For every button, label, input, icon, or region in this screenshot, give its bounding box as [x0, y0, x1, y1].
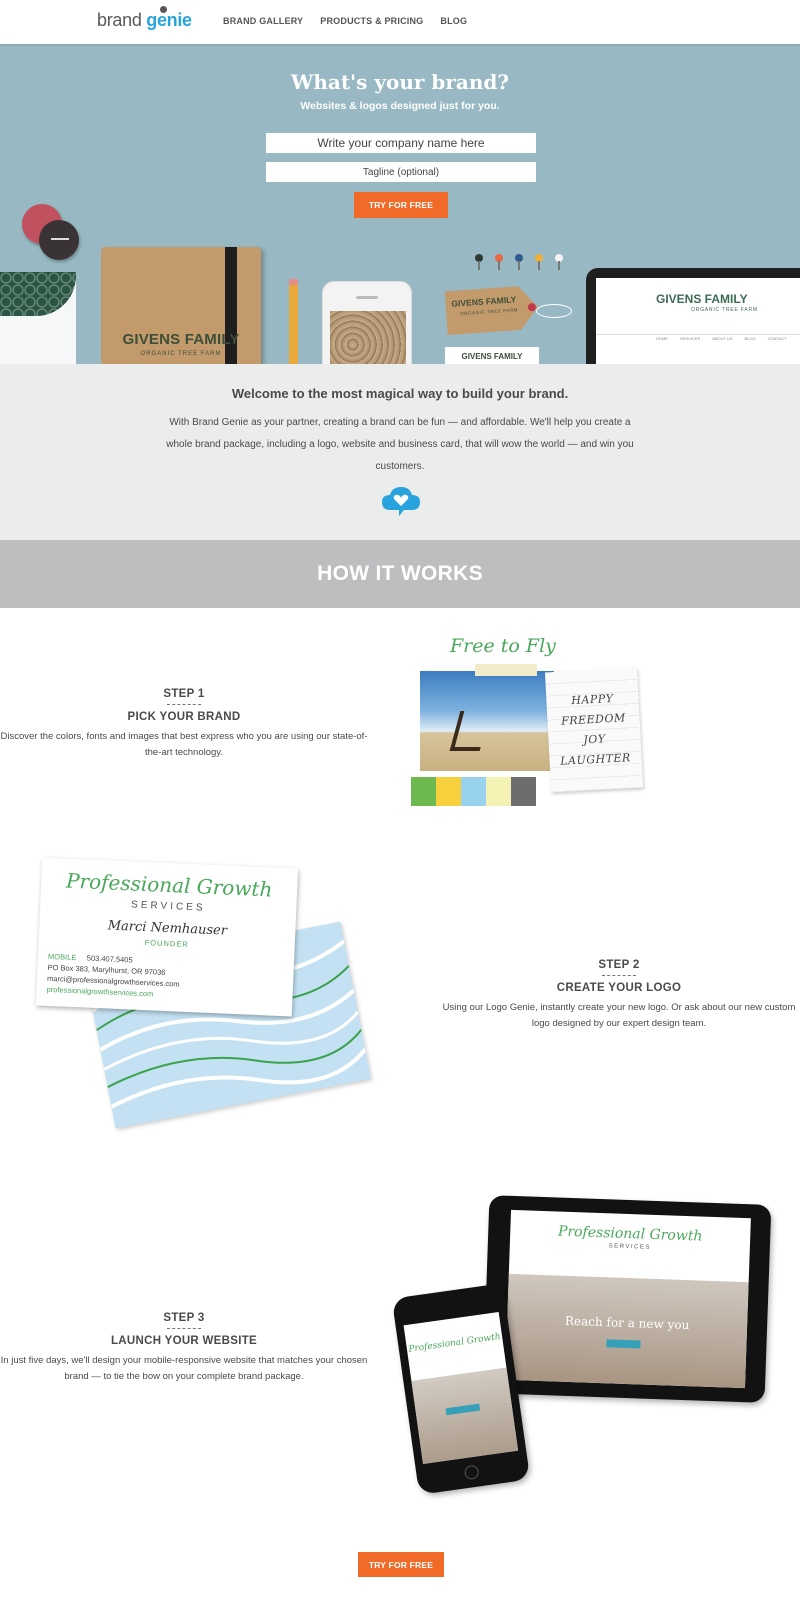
gift-tag-mockup: GIVENS FAMILY ORGANIC TREE FARM [445, 285, 540, 335]
pin-icon [495, 254, 503, 270]
mock-nav-item: CONTACT [767, 336, 787, 341]
home-button-icon [463, 1464, 480, 1481]
step-divider [602, 975, 636, 976]
card-strip-brand-text: GIVENS FAMILY [461, 352, 523, 361]
tablet-hero-image: Reach for a new you [505, 1273, 749, 1389]
company-name-input[interactable] [266, 133, 536, 153]
nav-links: BRAND GALLERY PRODUCTS & PRICING BLOG [223, 16, 467, 26]
step-2: STEP 2 CREATE YOUR LOGO Using our Logo G… [440, 959, 798, 1032]
step-divider [167, 704, 201, 705]
how-it-works-title: HOW IT WORKS [317, 562, 483, 585]
hero-title: What's your brand? [290, 70, 510, 94]
pin-icon [515, 254, 523, 270]
tag-brand-sub: ORGANIC TREE FARM [460, 307, 519, 317]
step-1: STEP 1 PICK YOUR BRAND Discover the colo… [0, 688, 368, 761]
welcome-section: Welcome to the most magical way to build… [0, 364, 800, 540]
tablet-hero-button [606, 1339, 641, 1349]
phone-wood-image [330, 311, 406, 364]
lamp-icon [160, 6, 167, 13]
step-number: STEP 2 [598, 959, 640, 971]
nav-link-brand-gallery[interactable]: BRAND GALLERY [223, 16, 303, 26]
logo-genie-text: genie [146, 10, 192, 30]
tablet-hero-text: Reach for a new you [564, 1313, 690, 1333]
pin-icon [555, 254, 563, 270]
pin-icon [535, 254, 543, 270]
pencil-image [289, 279, 298, 364]
logo-brand-text: brand [97, 10, 142, 30]
step-number: STEP 1 [163, 688, 205, 700]
nav-link-blog[interactable]: BLOG [440, 16, 467, 26]
color-swatch [486, 777, 511, 806]
tablet-mockup: GIVENS FAMILY ORGANIC TREE FARM HOME SER… [586, 268, 800, 364]
tablet-brand-sub: ORGANIC TREE FARM [691, 307, 758, 313]
hero-subtitle: Websites & logos designed just for you. [300, 100, 500, 112]
step-description: Discover the colors, fonts and images th… [0, 731, 368, 758]
pin-icon [475, 254, 483, 270]
welcome-title: Welcome to the most magical way to build… [231, 386, 569, 401]
top-nav: brand genie BRAND GALLERY PRODUCTS & PRI… [0, 0, 800, 44]
mock-nav-item: SERVICES [680, 336, 701, 341]
beach-chair-photo [419, 670, 555, 772]
step-3: STEP 3 LAUNCH YOUR WEBSITE In just five … [0, 1312, 368, 1385]
mood-word: LAUGHTER [559, 751, 632, 768]
phone-mockup [322, 281, 412, 364]
phone-hero-button [445, 1403, 481, 1416]
tape-strip [475, 664, 537, 676]
business-card-front: Professional Growth SERVICES Marci Nemha… [35, 857, 299, 1017]
step-number: STEP 3 [163, 1312, 205, 1324]
step-name: CREATE YOUR LOGO [556, 982, 682, 994]
phone-hero-image [411, 1367, 519, 1465]
mock-nav-item: BLOG [744, 336, 756, 341]
notebook-brand-text: GIVENS FAMILY [122, 331, 240, 348]
how-it-works-banner: HOW IT WORKS [0, 540, 800, 608]
step-description: In just five days, we'll design your mob… [0, 1355, 368, 1382]
tablet-mock-nav: HOME SERVICES ABOUT US BLOG CONTACT [656, 336, 787, 341]
card-contact-details: MOBILE 503.407.5405 PO Box 383, Marylhur… [46, 951, 180, 1001]
step-name: LAUNCH YOUR WEBSITE [110, 1335, 258, 1347]
color-swatch [411, 777, 436, 806]
dark-badge-image [39, 220, 79, 260]
tagline-input[interactable] [266, 162, 536, 182]
bottom-try-for-free-button[interactable]: TRY FOR FREE [358, 1552, 444, 1577]
color-swatch [461, 777, 486, 806]
envelope-image [0, 272, 76, 364]
moodboard-note: HAPPY FREEDOM JOY LAUGHTER [544, 667, 644, 793]
push-pins [475, 254, 563, 270]
tag-brand-text: GIVENS FAMILY [451, 294, 517, 309]
color-swatch [511, 777, 536, 806]
welcome-text: With Brand Genie as your partner, creati… [166, 417, 634, 472]
business-card-strip: GIVENS FAMILY [445, 347, 539, 364]
color-swatch [436, 777, 461, 806]
cloud-heart-icon [382, 487, 420, 516]
step-divider [167, 1328, 201, 1329]
card-mobile-label: MOBILE [47, 951, 77, 963]
phone-site-title: Professional Growth [407, 1332, 502, 1355]
tablet-brand-text: GIVENS FAMILY [656, 292, 748, 306]
color-swatches [411, 777, 536, 806]
nav-link-products-pricing[interactable]: PRODUCTS & PRICING [320, 16, 423, 26]
mock-nav-item: HOME [656, 336, 668, 341]
tablet-website-mockup: Professional Growth SERVICES Reach for a… [482, 1195, 772, 1403]
tag-string [536, 304, 572, 318]
notebook-mockup: GIVENS FAMILY ORGANIC TREE FARM [101, 247, 261, 364]
brand-genie-logo[interactable]: brand genie [97, 6, 192, 31]
moodboard-title: Free to Fly [450, 635, 556, 657]
hero-section: What's your brand? Websites & logos desi… [0, 44, 800, 364]
step-description: Using our Logo Genie, instantly create y… [442, 1002, 796, 1029]
notebook-brand-sub: ORGANIC TREE FARM [140, 351, 222, 357]
step-name: PICK YOUR BRAND [127, 711, 241, 723]
mock-nav-item: ABOUT US [712, 336, 733, 341]
try-for-free-button[interactable]: TRY FOR FREE [354, 192, 448, 218]
